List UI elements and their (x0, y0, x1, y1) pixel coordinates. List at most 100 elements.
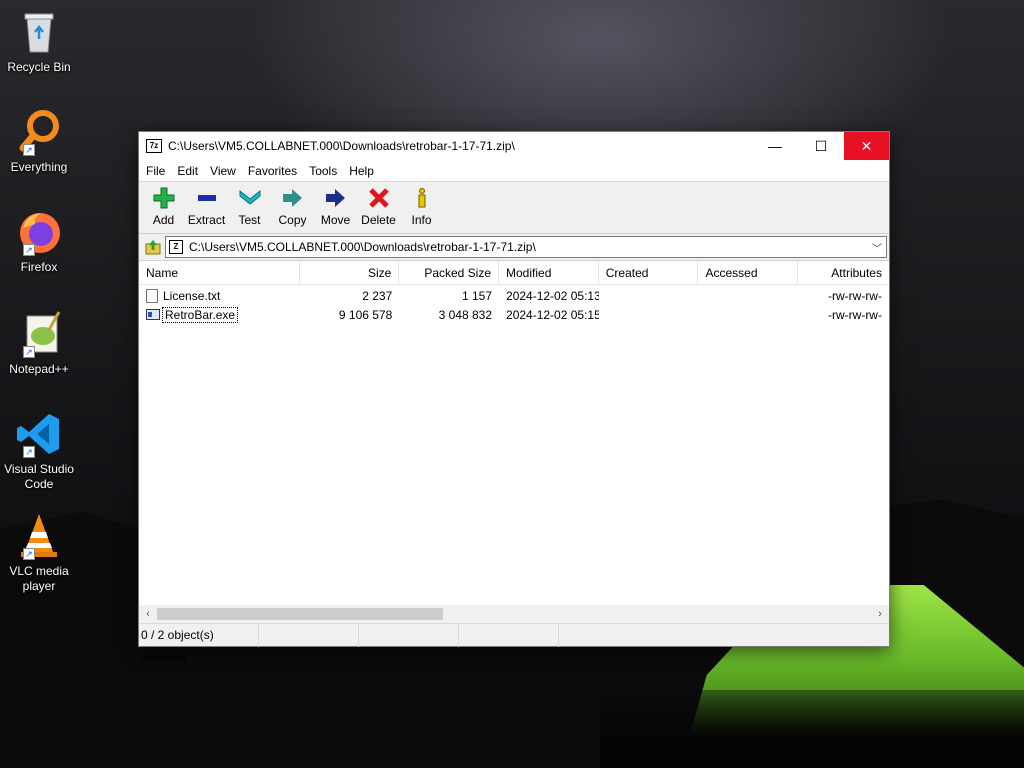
status-text: 0 / 2 object(s) selected (139, 623, 259, 665)
window-title: C:\Users\VM5.COLLABNET.000\Downloads\ret… (168, 139, 515, 153)
file-modified: 2024-12-02 05:15 (506, 308, 599, 322)
desktop-icon-label: VLC media player (9, 564, 69, 593)
archive-icon: Z (169, 240, 183, 254)
desktop-icon-label: Recycle Bin (7, 60, 71, 74)
add-button[interactable]: Add (142, 187, 185, 227)
desktop-icon-recycle-bin[interactable]: Recycle Bin (4, 8, 74, 75)
file-modified: 2024-12-02 05:13 (506, 289, 599, 303)
close-icon: ✕ (860, 137, 873, 154)
address-field[interactable]: Z C:\Users\VM5.COLLABNET.000\Downloads\r… (165, 236, 887, 258)
move-label: Move (320, 213, 351, 227)
desktop-icon-label: Visual Studio Code (4, 462, 74, 491)
delete-button[interactable]: Delete (357, 187, 400, 227)
file-created (599, 306, 699, 325)
desktop-icon-everything[interactable]: ↗ Everything (4, 108, 74, 175)
scroll-left-icon[interactable]: ‹ (139, 608, 157, 620)
everything-search-icon: ↗ (15, 108, 63, 156)
test-label: Test (238, 213, 261, 227)
status-segment (559, 624, 889, 647)
column-header-created[interactable]: Created (599, 261, 699, 285)
shortcut-arrow-icon: ↗ (23, 548, 35, 560)
add-label: Add (152, 213, 175, 227)
chevron-down-icon[interactable]: ﹀ (868, 240, 886, 255)
menu-view[interactable]: View (205, 164, 241, 178)
status-segment (359, 623, 459, 647)
list-header: Name Size Packed Size Modified Created A… (139, 261, 889, 285)
recycle-bin-icon (15, 8, 63, 56)
7zip-app-icon: 7z (146, 139, 162, 153)
title-bar[interactable]: 7z C:\Users\VM5.COLLABNET.000\Downloads\… (139, 132, 889, 160)
shortcut-arrow-icon: ↗ (23, 346, 35, 358)
desktop-icon-label: Firefox (20, 260, 58, 274)
file-list: Name Size Packed Size Modified Created A… (139, 261, 889, 605)
file-packed-size: 1 157 (461, 289, 493, 303)
file-name: RetroBar.exe (161, 307, 239, 323)
desktop-icon-notepad-plus-plus[interactable]: ↗ Notepad++ (4, 310, 74, 377)
horizontal-scrollbar[interactable]: ‹ › (139, 605, 889, 623)
file-size: 9 106 578 (338, 308, 393, 322)
desktop-icon-firefox[interactable]: ↗ Firefox (4, 208, 74, 275)
file-accessed (698, 306, 798, 325)
address-text: C:\Users\VM5.COLLABNET.000\Downloads\ret… (189, 240, 536, 254)
shortcut-arrow-icon: ↗ (23, 244, 35, 256)
menu-bar: File Edit View Favorites Tools Help (139, 160, 889, 182)
menu-help[interactable]: Help (344, 164, 379, 178)
menu-edit[interactable]: Edit (172, 164, 203, 178)
minimize-icon: — (768, 138, 782, 154)
vlc-icon: ↗ (15, 512, 63, 560)
scroll-right-icon[interactable]: › (871, 608, 889, 620)
file-attributes: -rw-rw-rw- (828, 308, 882, 322)
info-label: Info (411, 213, 432, 227)
status-segment (459, 623, 559, 647)
maximize-button[interactable]: ☐ (798, 132, 844, 160)
toolbar: Add Extract Test Copy Move Delete Info (139, 182, 889, 234)
x-icon (357, 187, 400, 209)
desktop-icon-vscode[interactable]: ↗ Visual Studio Code (4, 410, 74, 492)
column-header-size[interactable]: Size (300, 261, 400, 285)
file-created (599, 287, 699, 306)
table-row[interactable]: License.txt 2 237 1 157 2024-12-02 05:13… (139, 287, 889, 306)
menu-tools[interactable]: Tools (304, 164, 342, 178)
status-segment (259, 623, 359, 647)
scroll-track[interactable] (157, 607, 871, 621)
arrow-right-icon (314, 187, 357, 209)
status-bar: 0 / 2 object(s) selected (139, 623, 889, 665)
delete-label: Delete (361, 213, 396, 227)
close-button[interactable]: ✕ (844, 132, 889, 160)
column-header-packed-size[interactable]: Packed Size (399, 261, 500, 285)
file-packed-size: 3 048 832 (438, 308, 493, 322)
maximize-icon: ☐ (814, 137, 828, 154)
vscode-icon: ↗ (15, 410, 63, 458)
executable-file-icon (146, 309, 160, 320)
test-button[interactable]: Test (228, 187, 271, 227)
info-button[interactable]: Info (400, 187, 443, 227)
minimize-button[interactable]: — (752, 132, 798, 160)
desktop-icon-label: Everything (10, 160, 68, 174)
extract-label: Extract (187, 213, 226, 227)
column-header-name[interactable]: Name (139, 261, 300, 285)
minus-icon (185, 187, 228, 209)
move-button[interactable]: Move (314, 187, 357, 227)
foreground-grass (600, 690, 1024, 768)
shortcut-arrow-icon: ↗ (23, 144, 35, 156)
table-row[interactable]: RetroBar.exe 9 106 578 3 048 832 2024-12… (139, 306, 889, 325)
desktop-icon-vlc[interactable]: ↗ VLC media player (4, 512, 74, 594)
text-file-icon (146, 289, 158, 303)
firefox-icon: ↗ (15, 208, 63, 256)
up-folder-icon (145, 240, 161, 255)
menu-favorites[interactable]: Favorites (243, 164, 302, 178)
menu-file[interactable]: File (141, 164, 170, 178)
up-folder-button[interactable] (141, 236, 165, 258)
copy-button[interactable]: Copy (271, 187, 314, 227)
column-header-modified[interactable]: Modified (499, 261, 599, 285)
notepad-plus-plus-icon: ↗ (15, 310, 63, 358)
plus-icon (142, 187, 185, 209)
scroll-thumb[interactable] (157, 608, 443, 620)
double-arrow-icon (271, 187, 314, 209)
column-header-attributes[interactable]: Attributes (798, 261, 889, 285)
check-chevron-icon (228, 187, 271, 209)
column-header-accessed[interactable]: Accessed (698, 261, 799, 285)
extract-button[interactable]: Extract (185, 187, 228, 227)
copy-label: Copy (278, 213, 307, 227)
file-name: License.txt (163, 289, 221, 303)
